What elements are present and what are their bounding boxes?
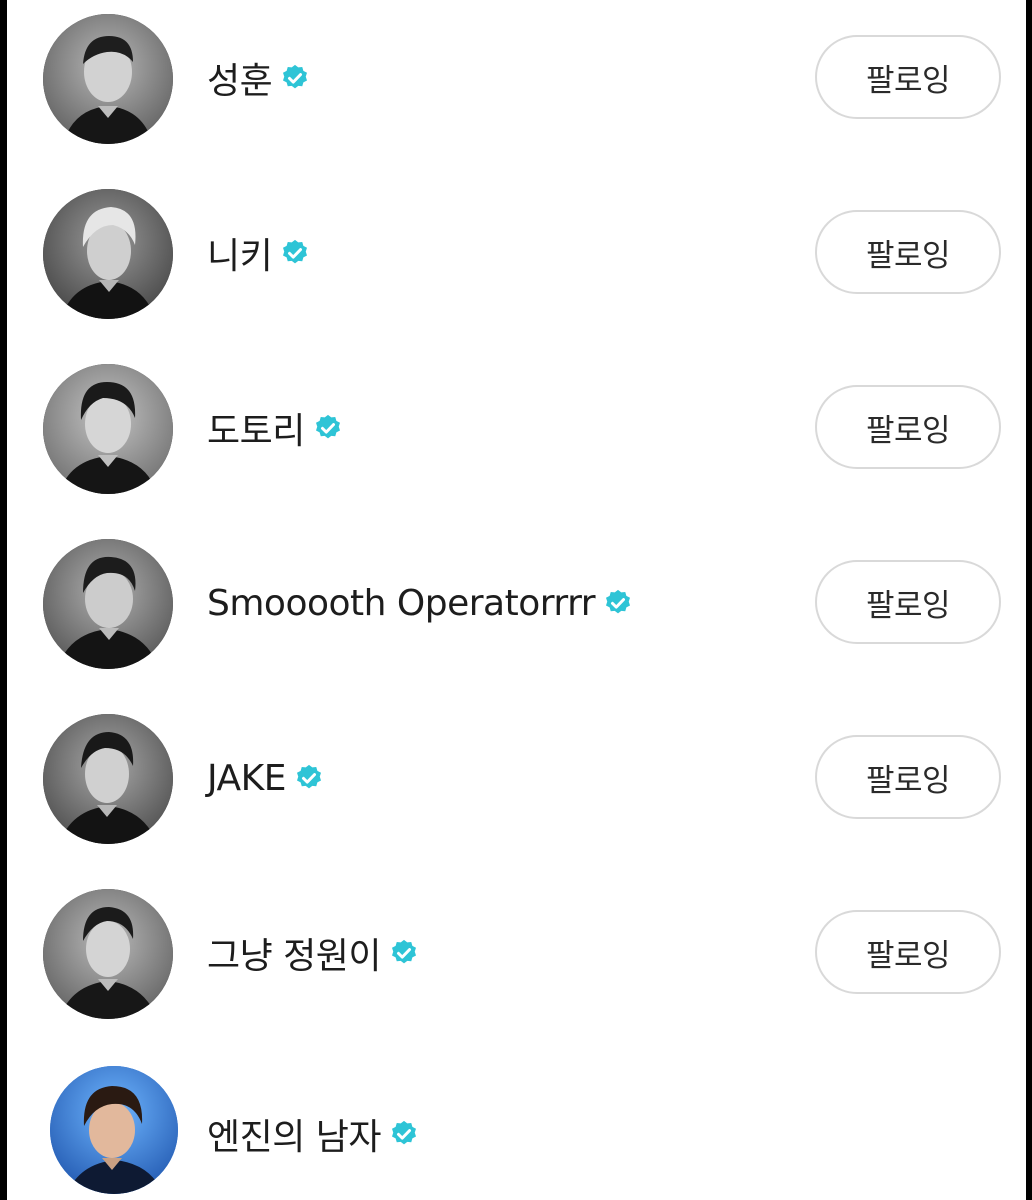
avatar[interactable] xyxy=(50,1066,178,1194)
username: Smooooth Operatorrrr xyxy=(207,582,596,624)
list-item[interactable]: Smooooth Operatorrrr 팔로잉 xyxy=(0,533,1032,673)
username: 엔진의 남자 xyxy=(207,1117,382,1158)
username: 도토리 xyxy=(207,411,305,452)
following-button[interactable]: 팔로잉 xyxy=(815,210,1001,294)
username-block: 그냥 정원이 xyxy=(207,923,419,983)
username: JAKE xyxy=(207,757,286,799)
profile-photo-icon xyxy=(43,714,173,844)
avatar[interactable] xyxy=(43,14,173,144)
profile-photo-icon xyxy=(43,889,173,1019)
list-item[interactable]: 도토리 팔로잉 xyxy=(0,358,1032,498)
avatar[interactable] xyxy=(43,539,173,669)
username-block: 엔진의 남자 xyxy=(207,1104,419,1164)
username: 성훈 xyxy=(207,61,273,102)
list-item[interactable]: 니키 팔로잉 xyxy=(0,183,1032,323)
verified-badge-icon xyxy=(389,938,419,968)
username-block: Smooooth Operatorrrr xyxy=(207,573,633,633)
following-button[interactable]: 팔로잉 xyxy=(815,35,1001,119)
profile-photo-icon xyxy=(50,1066,178,1194)
following-button[interactable]: 팔로잉 xyxy=(815,560,1001,644)
list-item[interactable]: 성훈 팔로잉 xyxy=(0,8,1032,148)
verified-badge-icon xyxy=(280,63,310,93)
verified-badge-icon xyxy=(603,588,633,618)
username-block: 성훈 xyxy=(207,48,310,108)
username-block: JAKE xyxy=(207,748,324,808)
profile-photo-icon xyxy=(43,539,173,669)
username: 그냥 정원이 xyxy=(207,936,382,977)
verified-badge-icon xyxy=(313,413,343,443)
list-item[interactable]: 그냥 정원이 팔로잉 xyxy=(0,883,1032,1023)
list-item[interactable]: 엔진의 남자 xyxy=(0,1060,1032,1200)
profile-photo-icon xyxy=(43,364,173,494)
list-item[interactable]: JAKE 팔로잉 xyxy=(0,708,1032,848)
avatar[interactable] xyxy=(43,889,173,1019)
following-button[interactable]: 팔로잉 xyxy=(815,735,1001,819)
verified-badge-icon xyxy=(294,763,324,793)
username-block: 니키 xyxy=(207,223,310,283)
profile-photo-icon xyxy=(43,189,173,319)
following-list: 성훈 팔로잉 니키 팔로잉 도토리 팔로잉 Smooooth Operatorr… xyxy=(0,0,1032,1200)
following-button[interactable]: 팔로잉 xyxy=(815,385,1001,469)
avatar[interactable] xyxy=(43,714,173,844)
following-button[interactable]: 팔로잉 xyxy=(815,910,1001,994)
username-block: 도토리 xyxy=(207,398,343,458)
username: 니키 xyxy=(207,236,273,277)
avatar[interactable] xyxy=(43,189,173,319)
verified-badge-icon xyxy=(389,1119,419,1149)
profile-photo-icon xyxy=(43,14,173,144)
verified-badge-icon xyxy=(280,238,310,268)
avatar[interactable] xyxy=(43,364,173,494)
